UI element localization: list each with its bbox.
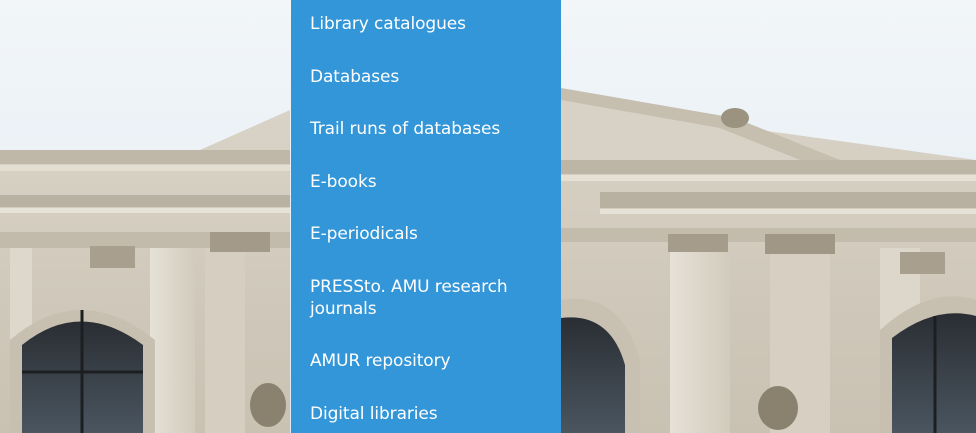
menu-item-e-periodicals[interactable]: E-periodicals [310, 223, 543, 245]
menu-item-pressto-journals[interactable]: PRESSto. AMU research journals [310, 276, 543, 320]
menu-item-digital-libraries[interactable]: Digital libraries [310, 403, 543, 425]
menu-item-e-books[interactable]: E-books [310, 171, 543, 193]
menu-item-amur-repository[interactable]: AMUR repository [310, 350, 543, 372]
page: Library catalogues Databases Trail runs … [0, 0, 976, 433]
resources-menu: Library catalogues Databases Trail runs … [291, 0, 561, 433]
menu-item-databases[interactable]: Databases [310, 66, 543, 88]
menu-item-library-catalogues[interactable]: Library catalogues [310, 13, 543, 35]
menu-item-trail-runs-of-databases[interactable]: Trail runs of databases [310, 118, 543, 140]
